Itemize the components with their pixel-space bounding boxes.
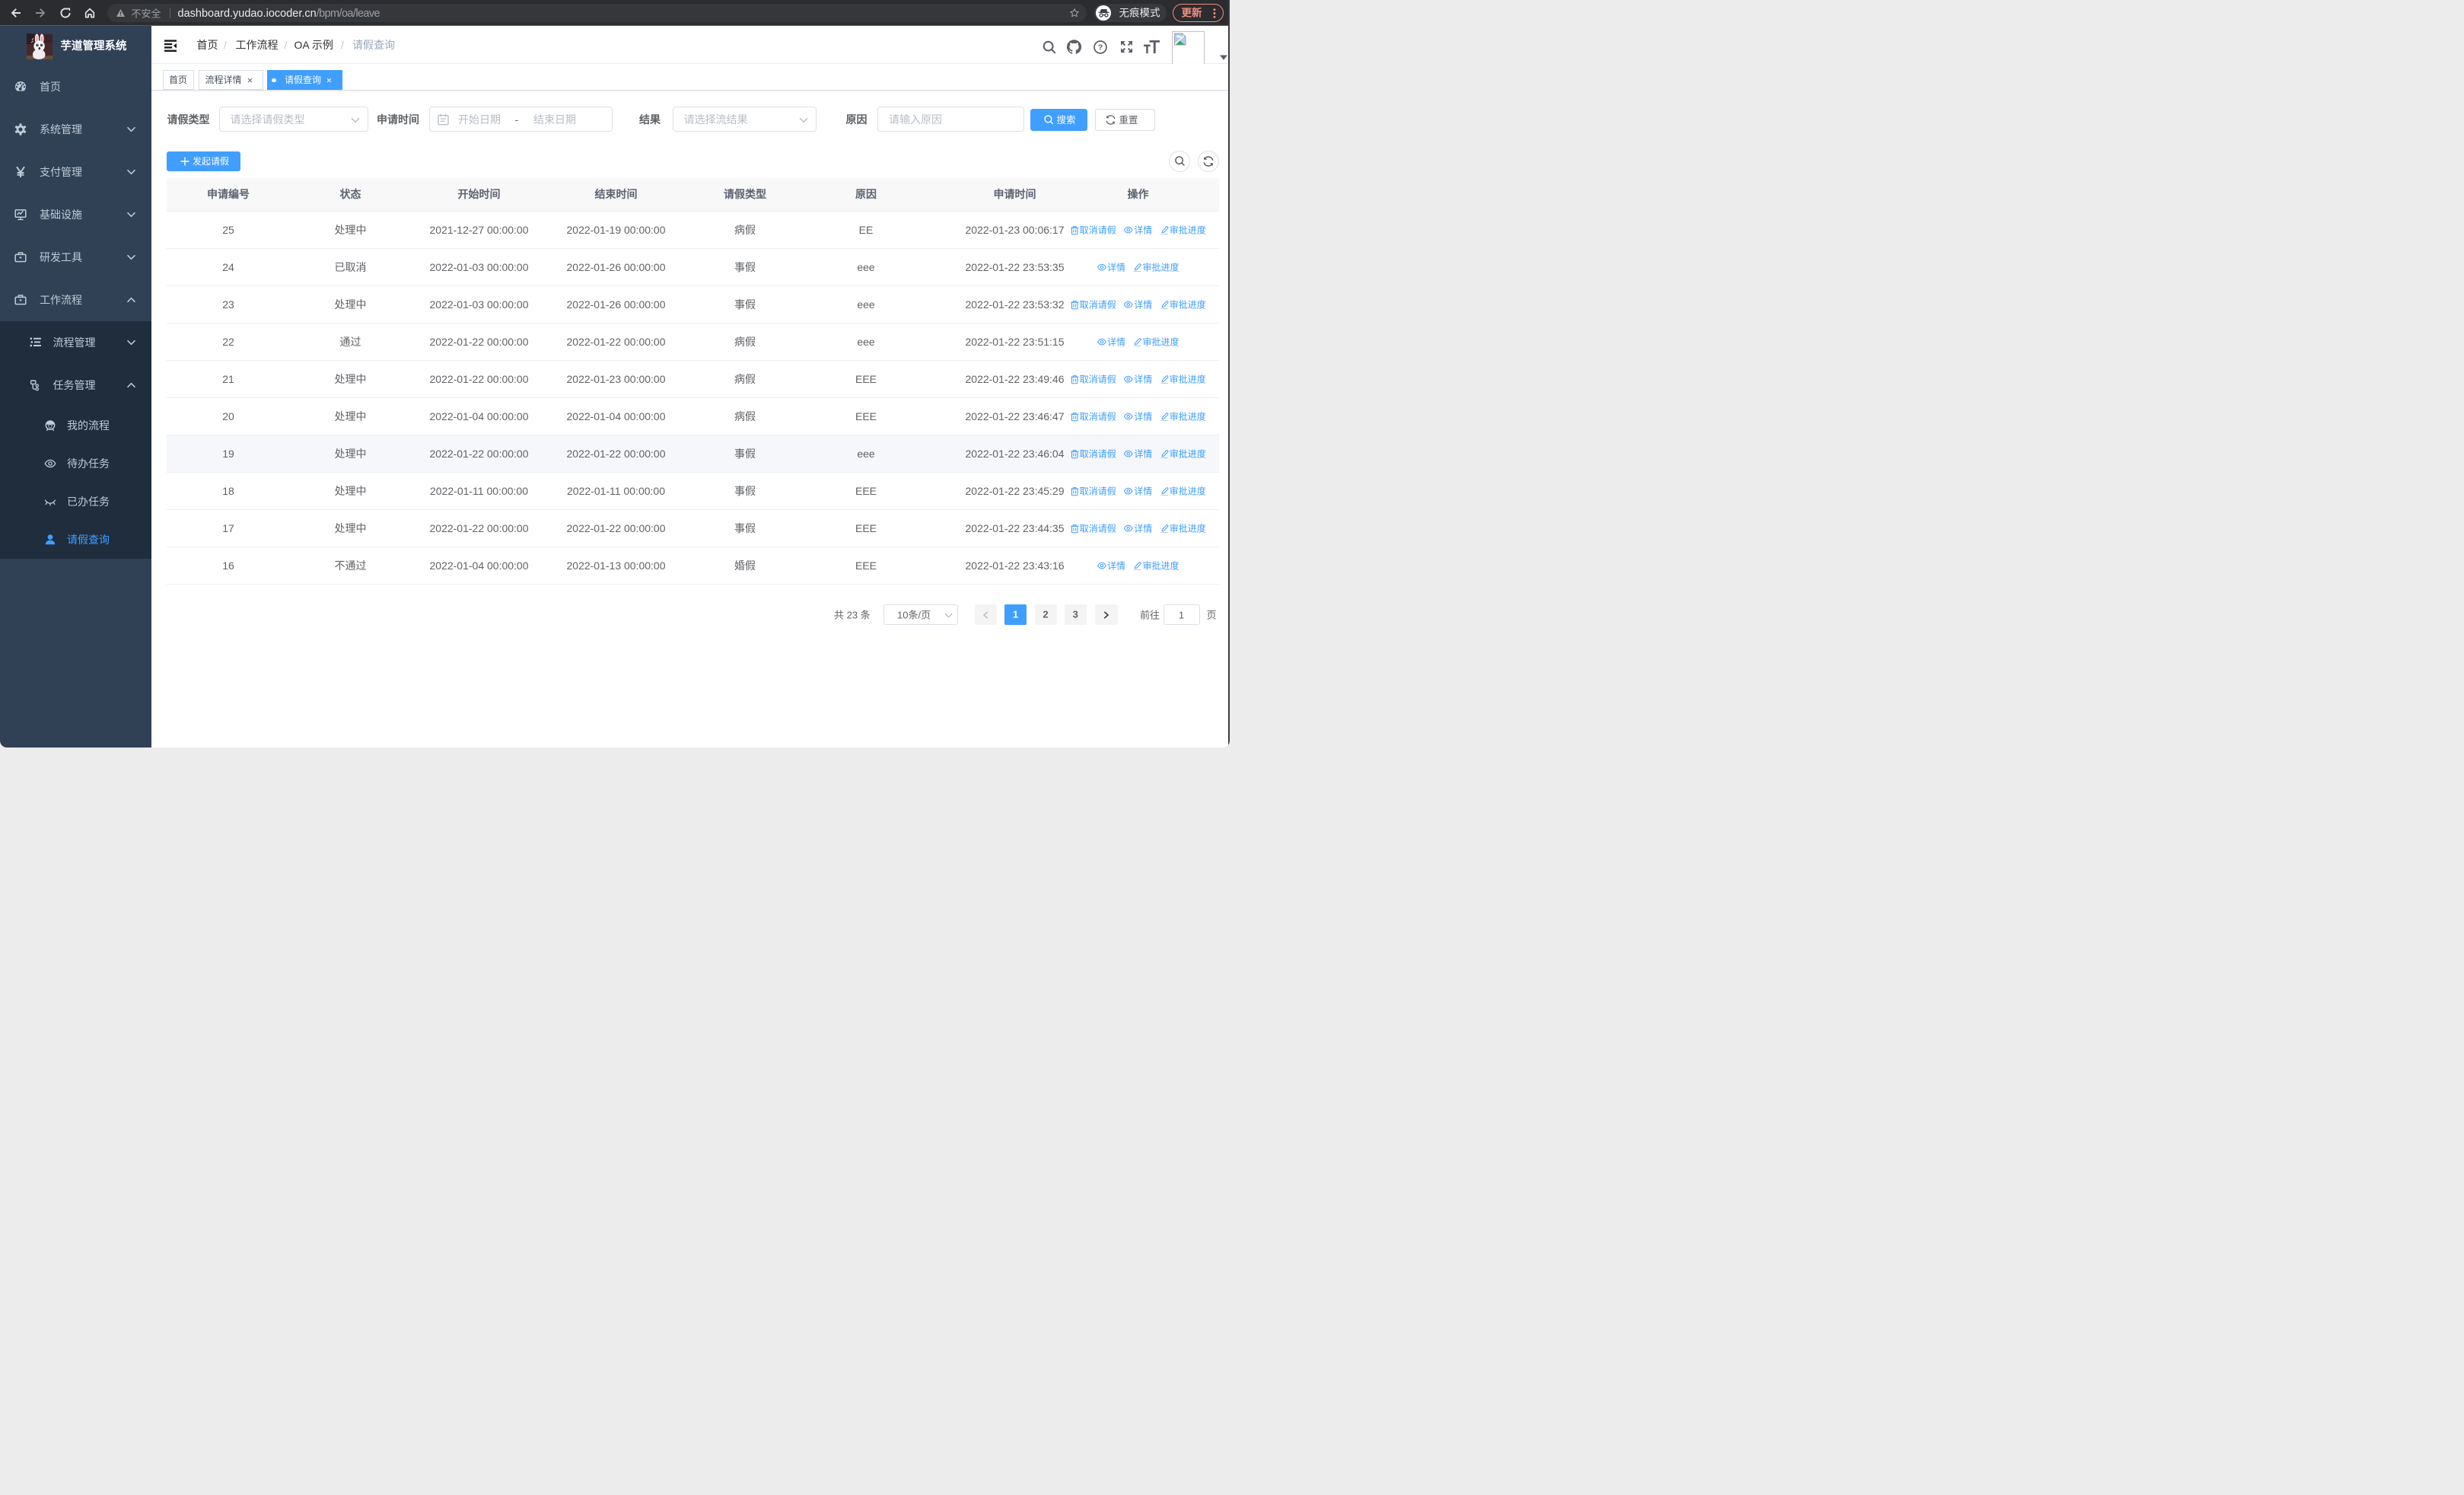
svg-text:?: ? xyxy=(1098,43,1103,52)
